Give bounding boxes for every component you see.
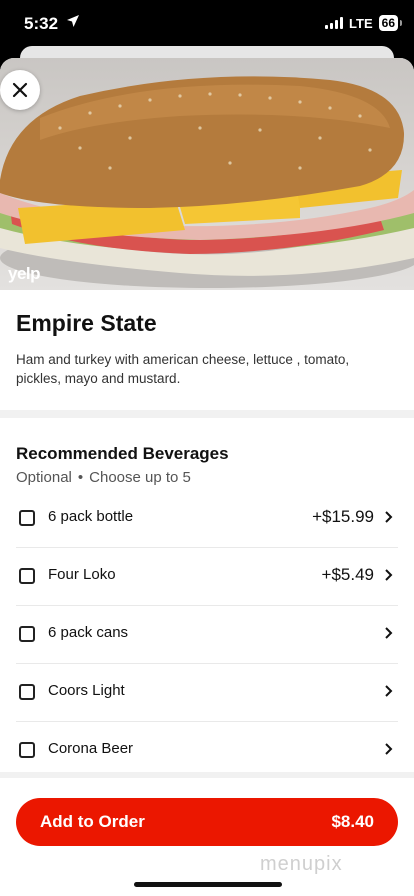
checkbox[interactable] (19, 568, 35, 584)
footer-divider (0, 772, 414, 778)
watermark: menupix (260, 853, 343, 875)
item-description: Ham and turkey with american cheese, let… (16, 352, 350, 386)
add-to-order-button[interactable]: Add to Order $8.40 (16, 798, 398, 846)
location-arrow-icon (66, 14, 80, 33)
option-label: Coors Light (48, 682, 125, 699)
option-label: Four Loko (48, 566, 116, 583)
add-to-order-label: Add to Order (40, 812, 145, 831)
optional-label: Optional (16, 469, 72, 486)
section-divider (0, 410, 414, 418)
option-row[interactable]: Four Loko +$5.49 (16, 548, 398, 606)
option-label: 6 pack cans (48, 624, 129, 641)
item-title: Empire State (16, 310, 157, 336)
checkbox[interactable] (19, 742, 35, 758)
option-price: +$5.49 (321, 565, 374, 584)
section-title: Recommended Beverages (16, 444, 229, 463)
chevron-right-icon (385, 743, 393, 755)
close-icon (12, 82, 28, 98)
option-row[interactable]: 6 pack cans (16, 606, 398, 664)
option-row[interactable]: Corona Beer (16, 722, 398, 779)
status-bar: 5:32 LTE 66 (0, 0, 414, 48)
checkbox[interactable] (19, 510, 35, 526)
checkbox[interactable] (19, 626, 35, 642)
section-subtitle: Optional • Choose up to 5 (16, 469, 191, 486)
yelp-logo: yelp (8, 264, 41, 283)
option-price: +$15.99 (312, 507, 374, 526)
network-label: LTE (349, 15, 373, 31)
option-row[interactable]: 6 pack bottle +$15.99 (16, 490, 398, 548)
chevron-right-icon (385, 627, 393, 639)
chevron-right-icon (385, 511, 393, 523)
status-indicators: LTE 66 (325, 15, 403, 31)
checkbox[interactable] (19, 684, 35, 700)
item-photo: yelp (0, 58, 414, 290)
item-detail-sheet: yelp Empire State Ham and turkey with am… (0, 58, 414, 896)
choose-limit-label: Choose up to 5 (89, 469, 191, 486)
beverage-options: 6 pack bottle +$15.99 Four Loko +$5.49 6… (16, 490, 398, 779)
option-label: Corona Beer (48, 740, 134, 757)
sandwich-image (0, 76, 414, 288)
signal-icon (325, 17, 344, 29)
chevron-right-icon (385, 685, 393, 697)
home-indicator (134, 882, 282, 887)
status-time: 5:32 (24, 14, 59, 33)
order-total: $8.40 (331, 812, 374, 831)
chevron-right-icon (385, 569, 393, 581)
option-row[interactable]: Coors Light (16, 664, 398, 722)
option-label: 6 pack bottle (48, 508, 134, 525)
battery-icon: 66 (378, 15, 403, 31)
close-button[interactable] (0, 70, 40, 110)
